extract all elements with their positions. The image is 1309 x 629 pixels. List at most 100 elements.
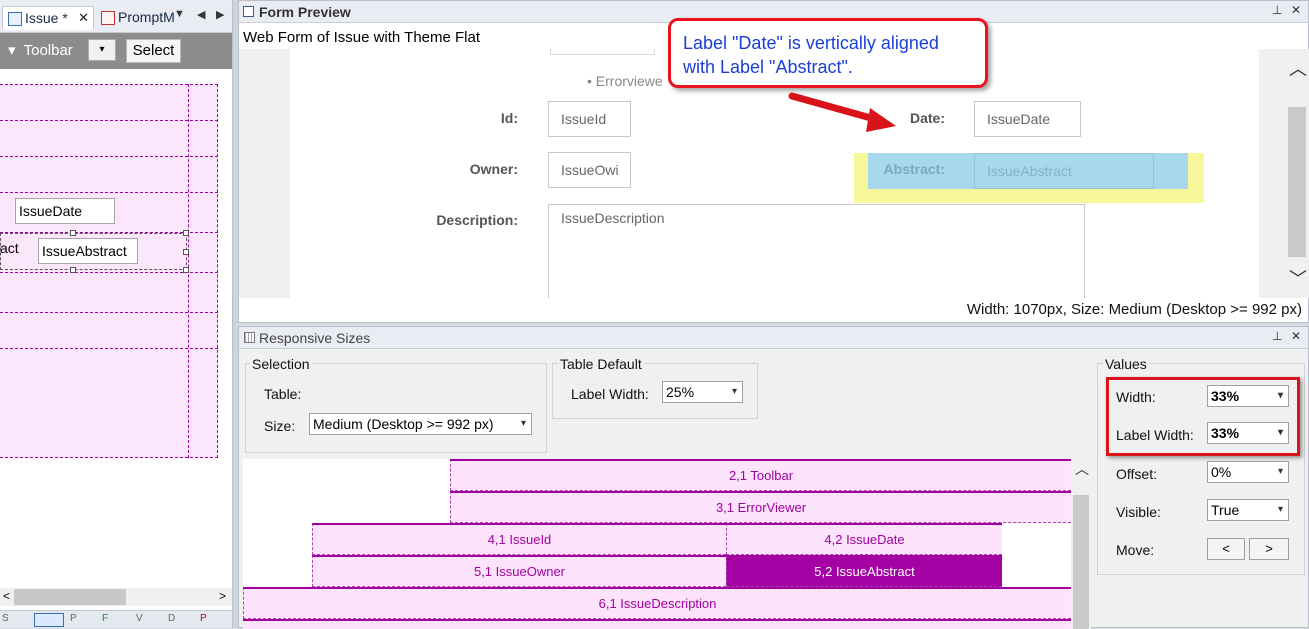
resize-handle[interactable] — [183, 230, 189, 236]
toolbar-dropdown[interactable]: ▾ — [88, 39, 116, 61]
table-row-divider — [0, 192, 218, 193]
visible-label: Visible: — [1116, 504, 1161, 520]
values-group-label: Values — [1103, 356, 1149, 372]
resize-handle[interactable] — [183, 267, 189, 273]
selection-frame — [0, 233, 187, 270]
scroll-left-icon[interactable]: < — [3, 589, 10, 603]
dropdown-arrow-icon: ▾ — [99, 44, 105, 55]
pin-icon[interactable]: ⊥ — [1272, 329, 1282, 343]
size-label: Size: — [264, 418, 296, 434]
issue-date-field[interactable]: IssueDate — [15, 198, 115, 224]
issue-abstract-input[interactable]: IssueAbstract — [974, 153, 1154, 189]
resize-handle[interactable] — [70, 230, 76, 236]
responsive-sizes-panel: Responsive Sizes ⊥ ✕ Selection Table: Si… — [238, 326, 1309, 629]
bottom-tab-layout-icon[interactable] — [34, 613, 64, 627]
close-icon[interactable]: ✕ — [1291, 3, 1301, 17]
scroll-right-icon[interactable]: > — [219, 589, 226, 603]
form-preview-title-text: Form Preview — [259, 4, 351, 20]
preview-status: Width: 1070px, Size: Medium (Desktop >= … — [239, 298, 1308, 322]
bottom-tab-p[interactable]: P — [70, 613, 77, 624]
table-row-divider — [0, 156, 218, 157]
visible-value: True — [1211, 502, 1240, 518]
bottom-tab-icons: S P F V D P — [0, 610, 232, 628]
label-owner: Owner: — [469, 161, 518, 177]
close-icon[interactable]: ✕ — [78, 7, 89, 29]
responsive-sizes-title: Responsive Sizes — [239, 327, 1308, 349]
toolbar-label-text: Toolbar — [23, 42, 73, 59]
document-tabstrip: Issue * ✕ PromptM ▼ ◀ ▶ — [0, 0, 232, 33]
tab-list-icon[interactable]: ▼ — [174, 8, 185, 20]
scrollbar-thumb[interactable] — [1073, 495, 1089, 629]
grid-cell[interactable]: 5,1 IssueOwner — [312, 555, 726, 587]
offset-select[interactable]: 0% ▾ — [1207, 461, 1289, 483]
offset-value: 0% — [1211, 464, 1232, 480]
highlight-box — [1106, 377, 1300, 456]
visible-select[interactable]: True ▾ — [1207, 499, 1289, 521]
grid-icon — [244, 332, 255, 343]
scrollbar-thumb[interactable] — [14, 589, 126, 605]
label-description: Description: — [436, 212, 518, 228]
select-button[interactable]: Select — [126, 39, 181, 63]
designer-toolbar-row: ▾ Toolbar ▾ Select — [0, 33, 232, 69]
issue-description-input[interactable]: IssueDescription — [548, 204, 1085, 298]
prompt-icon — [101, 11, 115, 25]
table-row-divider — [0, 348, 218, 349]
issue-owner-input[interactable]: IssueOwi — [548, 152, 631, 188]
tab-issue-label: Issue * — [25, 10, 68, 26]
scroll-right-icon[interactable]: ▶ — [216, 8, 224, 21]
left-designer-pane: Issue * ✕ PromptM ▼ ◀ ▶ ▾ Toolbar ▾ Sele… — [0, 0, 233, 628]
chevron-down-icon: ▾ — [731, 386, 737, 397]
issue-date-input[interactable]: IssueDate — [974, 101, 1081, 137]
grid-cell[interactable]: 6,1 IssueDescription — [243, 587, 1071, 619]
tab-prompt[interactable]: PromptM — [96, 6, 176, 30]
scroll-down-icon[interactable]: ﹀ — [1289, 265, 1307, 291]
selection-group — [245, 363, 547, 453]
toolbar-label: ▾ Toolbar — [8, 41, 73, 59]
grid-cell[interactable]: 4,2 IssueDate — [726, 523, 1002, 555]
table-default-label-width-value: 25% — [666, 384, 695, 400]
scroll-up-icon[interactable]: ︿ — [1289, 55, 1307, 81]
resize-handle[interactable] — [70, 267, 76, 273]
move-right-button[interactable]: > — [1249, 538, 1289, 560]
grid-cell[interactable]: 3,1 ErrorViewer — [450, 491, 1071, 523]
scrollbar-thumb[interactable] — [1288, 107, 1306, 257]
size-select-value: Medium (Desktop >= 992 px) — [313, 416, 494, 432]
preview-subtitle: Web Form of Issue with Theme Flat — [243, 29, 481, 46]
bottom-tab-v[interactable]: V — [136, 613, 143, 624]
label-width-label: Label Width: — [571, 386, 649, 402]
issue-id-input[interactable]: IssueId — [548, 101, 631, 137]
scroll-left-icon[interactable]: ◀ — [197, 8, 205, 21]
chevron-down-icon: ▾ — [1277, 466, 1283, 477]
table-default-label-width-select[interactable]: 25% ▾ — [662, 381, 743, 403]
scroll-up-icon[interactable]: ︿ — [1075, 459, 1089, 479]
size-select[interactable]: Medium (Desktop >= 992 px) ▾ — [309, 413, 532, 435]
pin-icon[interactable]: ⊥ — [1272, 3, 1282, 17]
table-label: Table: — [264, 386, 302, 402]
annotation-arrow-icon — [788, 92, 896, 132]
bottom-tab-s[interactable]: S — [2, 613, 9, 624]
grid-cell-selected[interactable]: 5,2 IssueAbstract — [726, 555, 1002, 587]
move-left-button[interactable]: < — [1207, 538, 1245, 560]
responsive-sizes-title-text: Responsive Sizes — [259, 330, 371, 346]
tab-issue[interactable]: Issue * ✕ — [2, 6, 94, 30]
table-row-divider — [0, 120, 218, 121]
grid-cell[interactable]: 2,1 Toolbar — [450, 459, 1071, 491]
preview-icon — [243, 6, 254, 17]
move-label: Move: — [1116, 542, 1155, 558]
label-abstract: Abstract: — [883, 161, 945, 177]
form-icon — [8, 12, 22, 26]
errorviewer-item: • Errorviewe — [587, 73, 663, 89]
table-row-divider — [0, 312, 218, 313]
table-default-group-label: Table Default — [558, 356, 644, 372]
chevron-down-icon: ▾ — [1277, 504, 1283, 515]
tab-prompt-label: PromptM — [118, 9, 175, 25]
selection-group-label: Selection — [250, 356, 312, 372]
resize-handle[interactable] — [183, 249, 189, 255]
responsive-grid: 2,1 Toolbar 3,1 ErrorViewer 4,1 IssueId … — [243, 459, 1071, 629]
bottom-tab-d[interactable]: D — [168, 613, 175, 624]
grid-cell[interactable]: 4,1 IssueId — [312, 523, 726, 555]
close-icon[interactable]: ✕ — [1291, 329, 1301, 343]
bottom-tab-f[interactable]: F — [102, 613, 108, 624]
bottom-tab-p2[interactable]: P — [200, 613, 207, 624]
annotation-callout: Label "Date" is vertically aligned with … — [668, 18, 988, 88]
